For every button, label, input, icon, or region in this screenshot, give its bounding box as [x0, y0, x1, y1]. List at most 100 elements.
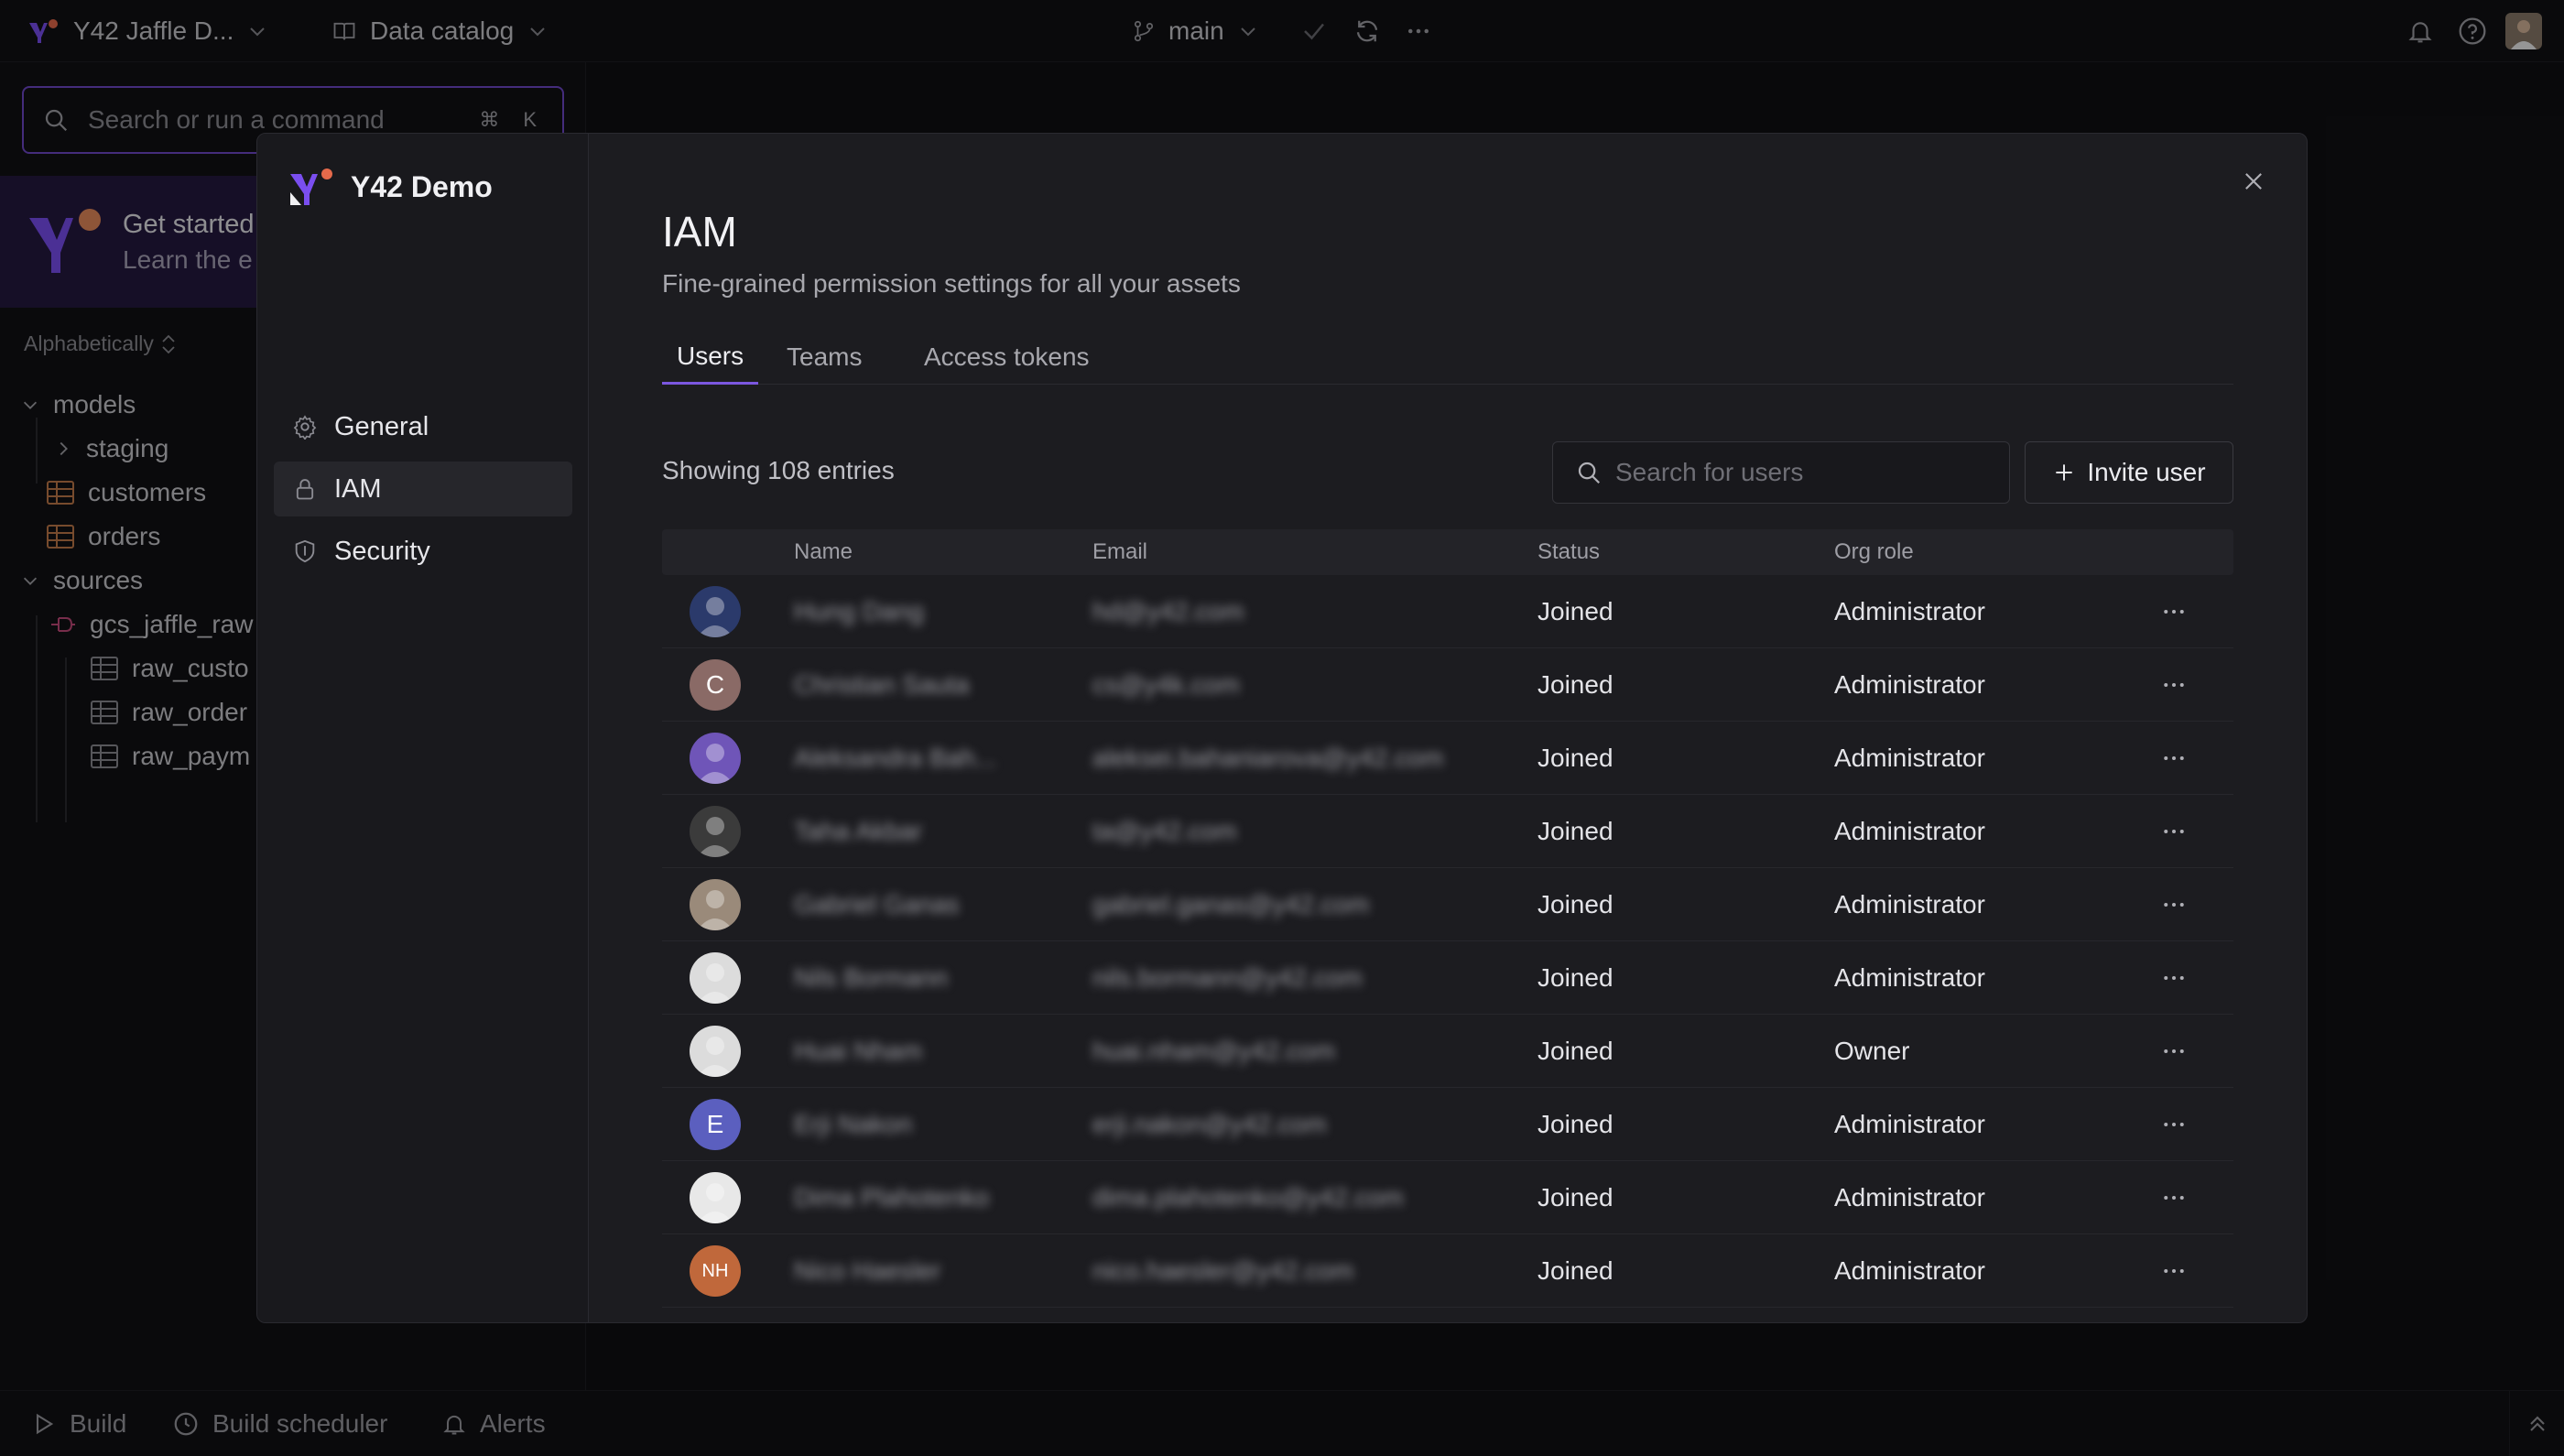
table-row[interactable]: C Christian Sauta cs@y4k.com Joined Administ… [662, 648, 2233, 722]
avatar [690, 952, 741, 1004]
user-status: Joined [1537, 597, 1613, 625]
user-email: gabriel.ganas@y42.com [1092, 890, 1370, 918]
user-email: dima.plahotenko@y42.com [1092, 1183, 1404, 1212]
user-org-role: Administrator [1834, 670, 1985, 699]
table-row[interactable]: Huai Nham huai.nham@y42.com Joined Owner [662, 1015, 2233, 1088]
user-name: Erji Nakon [794, 1110, 913, 1138]
tab-access-tokens[interactable]: Access tokens [909, 330, 1104, 385]
gear-icon [292, 414, 318, 440]
close-modal-button[interactable] [2233, 161, 2274, 201]
row-actions-button[interactable] [2160, 575, 2188, 648]
user-org-role: Administrator [1834, 597, 1985, 625]
lock-icon [292, 476, 318, 502]
row-actions-button[interactable] [2160, 1088, 2188, 1161]
nav-item-label: IAM [334, 473, 382, 504]
nav-item-security[interactable]: Security [274, 524, 572, 579]
table-row[interactable]: Gabriel Ganas gabriel.ganas@y42.com Joined… [662, 868, 2233, 941]
page-subtitle: Fine-grained permission settings for all… [662, 269, 1241, 298]
shield-icon [292, 538, 318, 564]
user-status: Joined [1537, 890, 1613, 918]
users-table-header: Name Email Status Org role [662, 529, 2233, 575]
row-actions-button[interactable] [2160, 1234, 2188, 1308]
user-status: Joined [1537, 963, 1613, 992]
column-header-status[interactable]: Status [1537, 529, 1600, 575]
row-actions-button[interactable] [2160, 1015, 2188, 1088]
tab-teams[interactable]: Teams [772, 330, 876, 385]
table-row[interactable]: E Erji Nakon erji.nakon@y42.com Joined Admin… [662, 1088, 2233, 1161]
nav-item-label: General [334, 411, 429, 441]
avatar [690, 806, 741, 857]
avatar: C [690, 659, 741, 711]
more-icon [2164, 1049, 2184, 1053]
user-search-placeholder: Search for users [1615, 458, 1804, 486]
user-email: erji.nakon@y42.com [1092, 1110, 1327, 1138]
user-status: Joined [1537, 1110, 1613, 1138]
table-row[interactable]: Aleksandra Bah... aleksei.bahaniarova@y42… [662, 722, 2233, 795]
avatar: E [690, 1099, 741, 1150]
avatar [690, 1026, 741, 1077]
invite-user-button[interactable]: Invite user [2025, 441, 2233, 504]
nav-item-general[interactable]: General [274, 399, 572, 454]
user-status: Joined [1537, 1037, 1613, 1065]
table-row[interactable]: Hung Dang hd@y42.com Joined Administrator [662, 575, 2233, 648]
avatar [690, 586, 741, 637]
more-icon [2164, 903, 2184, 907]
more-icon [2164, 1269, 2184, 1273]
user-name: Huai Nham [794, 1037, 923, 1065]
user-email: nico.haesler@y42.com [1092, 1256, 1354, 1285]
table-row[interactable]: NH Nico Haesler nico.haesler@y42.com Joined… [662, 1234, 2233, 1308]
user-email: huai.nham@y42.com [1092, 1037, 1336, 1065]
user-email: ta@y42.com [1092, 817, 1237, 845]
user-name: Nils Bormann [794, 963, 949, 992]
user-email: aleksei.bahaniarova@y42.com [1092, 744, 1444, 772]
user-status: Joined [1537, 1256, 1613, 1285]
row-actions-button[interactable] [2160, 941, 2188, 1015]
row-actions-button[interactable] [2160, 1161, 2188, 1234]
search-icon [1575, 459, 1602, 486]
avatar [690, 1172, 741, 1223]
nav-item-iam[interactable]: IAM [274, 462, 572, 516]
iam-tabs: Users Teams Access tokens [662, 330, 2233, 385]
user-org-role: Administrator [1834, 963, 1985, 992]
y42-logo-icon [288, 167, 334, 207]
user-name: Taha Akbar [794, 817, 923, 845]
entries-count: Showing 108 entries [662, 456, 895, 484]
table-row[interactable]: Taha Akbar ta@y42.com Joined Administrator [662, 795, 2233, 868]
user-org-role: Administrator [1834, 744, 1985, 772]
user-email: cs@y4k.com [1092, 670, 1240, 699]
user-org-role: Owner [1834, 1037, 1910, 1065]
row-actions-button[interactable] [2160, 868, 2188, 941]
tab-users[interactable]: Users [662, 330, 759, 385]
more-icon [2164, 976, 2184, 980]
user-status: Joined [1537, 670, 1613, 699]
row-actions-button[interactable] [2160, 648, 2188, 722]
user-search-input[interactable]: Search for users [1552, 441, 2010, 504]
workspace-name: Y42 Demo [351, 169, 493, 203]
user-status: Joined [1537, 744, 1613, 772]
table-row[interactable]: Dima Plahotenko dima.plahotenko@y42.com Jo… [662, 1161, 2233, 1234]
iam-content: IAM Fine-grained permission settings for… [662, 134, 2235, 1322]
user-org-role: Administrator [1834, 1183, 1985, 1212]
nav-item-label: Security [334, 536, 430, 566]
user-name: Gabriel Ganas [794, 890, 960, 918]
workspace-header: Y42 Demo [288, 167, 493, 207]
more-icon [2164, 1123, 2184, 1126]
invite-user-label: Invite user [2087, 458, 2206, 486]
table-row[interactable]: Nils Bormann nils.bormann@y42.com Joined Ad… [662, 941, 2233, 1015]
avatar [690, 733, 741, 784]
row-actions-button[interactable] [2160, 795, 2188, 868]
user-name: Aleksandra Bah... [794, 744, 997, 772]
row-actions-button[interactable] [2160, 722, 2188, 795]
avatar [690, 879, 741, 930]
more-icon [2164, 830, 2184, 833]
more-icon [2164, 683, 2184, 687]
user-status: Joined [1537, 817, 1613, 845]
plus-icon [2052, 461, 2076, 484]
column-header-org-role[interactable]: Org role [1834, 529, 1914, 575]
user-name: Christian Sauta [794, 670, 970, 699]
avatar: NH [690, 1245, 741, 1297]
column-header-email[interactable]: Email [1092, 529, 1147, 575]
column-header-name[interactable]: Name [794, 529, 853, 575]
user-name: Nico Haesler [794, 1256, 941, 1285]
close-icon [2241, 168, 2266, 194]
